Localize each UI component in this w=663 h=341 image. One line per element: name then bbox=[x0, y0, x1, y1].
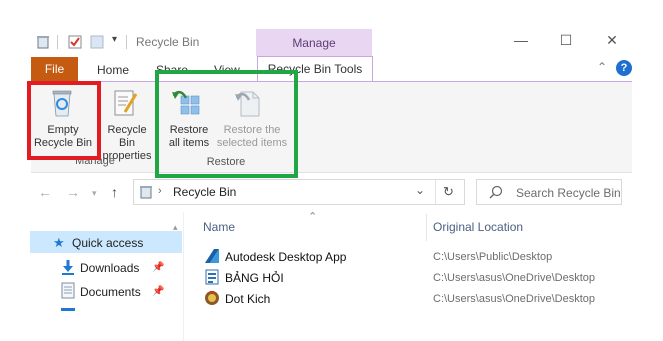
file-row-location: C:\Users\Public\Desktop bbox=[433, 251, 553, 263]
recycle-bin-small-icon[interactable] bbox=[36, 35, 50, 49]
new-folder-small-icon[interactable] bbox=[90, 35, 104, 49]
back-arrow-icon[interactable]: ← bbox=[38, 184, 52, 200]
column-header-name[interactable]: Name bbox=[203, 220, 235, 234]
recycle-bin-path-icon bbox=[139, 185, 153, 199]
file-row-name[interactable]: Dot Kich bbox=[225, 292, 270, 306]
search-icon bbox=[489, 185, 503, 199]
close-button[interactable]: ✕ bbox=[603, 31, 621, 49]
title-divider bbox=[126, 35, 127, 49]
up-arrow-icon[interactable]: ↑ bbox=[111, 184, 118, 200]
context-tab-group-manage: Manage bbox=[256, 29, 372, 56]
tab-file[interactable]: File bbox=[31, 57, 78, 81]
recent-locations-icon[interactable]: ▾ bbox=[92, 188, 97, 199]
breadcrumb-separator-icon: › bbox=[158, 185, 162, 197]
pin-icon[interactable]: 📌 bbox=[152, 286, 164, 297]
autodesk-icon bbox=[204, 248, 220, 264]
sidebar-item-documents[interactable]: Documents bbox=[80, 285, 141, 299]
spreadsheet-icon bbox=[204, 269, 220, 285]
tab-home[interactable]: Home bbox=[97, 62, 129, 82]
maximize-button[interactable]: ☐ bbox=[557, 31, 575, 49]
download-icon bbox=[60, 259, 76, 275]
forward-arrow-icon[interactable]: → bbox=[66, 184, 80, 200]
qat-divider bbox=[57, 35, 58, 49]
refresh-icon[interactable]: ↻ bbox=[443, 184, 454, 200]
highlight-box-red bbox=[27, 81, 101, 160]
highlight-box-green bbox=[155, 70, 298, 178]
address-bar[interactable]: › Recycle Bin ⌄ ↻ bbox=[133, 179, 465, 205]
help-icon[interactable]: ? bbox=[616, 60, 632, 76]
column-divider[interactable] bbox=[426, 214, 427, 241]
sidebar-scroll-up-icon[interactable]: ▴ bbox=[173, 222, 178, 233]
pin-icon[interactable]: 📌 bbox=[152, 262, 164, 273]
address-divider bbox=[435, 180, 436, 204]
sort-ascending-icon: ⌃ bbox=[308, 211, 318, 223]
customize-qat-icon[interactable]: ▾ bbox=[112, 34, 117, 45]
minimize-button[interactable]: — bbox=[512, 31, 530, 49]
close-icon: ✕ bbox=[606, 32, 618, 48]
address-dropdown-icon[interactable]: ⌄ bbox=[415, 183, 425, 197]
file-row-location: C:\Users\asus\OneDrive\Desktop bbox=[433, 293, 595, 305]
maximize-icon: ☐ bbox=[559, 32, 573, 48]
sidebar-item-quick-access[interactable]: Quick access bbox=[72, 236, 143, 250]
properties-icon[interactable] bbox=[111, 88, 139, 118]
file-row-name[interactable]: Autodesk Desktop App bbox=[225, 250, 346, 264]
file-row-name[interactable]: BẢNG HỎI bbox=[225, 271, 284, 285]
search-box[interactable]: Search Recycle Bin bbox=[476, 179, 622, 205]
document-icon bbox=[61, 282, 75, 299]
minimize-icon: — bbox=[514, 32, 528, 48]
search-placeholder: Search Recycle Bin bbox=[516, 186, 621, 200]
breadcrumb-recycle-bin[interactable]: Recycle Bin bbox=[173, 185, 236, 199]
sidebar-scrollbar[interactable] bbox=[183, 212, 184, 341]
game-icon bbox=[204, 290, 220, 306]
window-title: Recycle Bin bbox=[136, 35, 200, 49]
star-icon: ★ bbox=[53, 235, 65, 250]
recycle-bin-properties-label-1: Recycle Bin bbox=[107, 124, 147, 149]
file-row-location: C:\Users\asus\OneDrive\Desktop bbox=[433, 272, 595, 284]
collapse-ribbon-icon[interactable]: ⌃ bbox=[597, 60, 607, 74]
next-sidebar-item-partial bbox=[61, 308, 75, 311]
column-header-original-location[interactable]: Original Location bbox=[433, 220, 523, 234]
properties-small-icon[interactable] bbox=[68, 35, 82, 49]
sidebar-item-downloads[interactable]: Downloads bbox=[80, 261, 139, 275]
